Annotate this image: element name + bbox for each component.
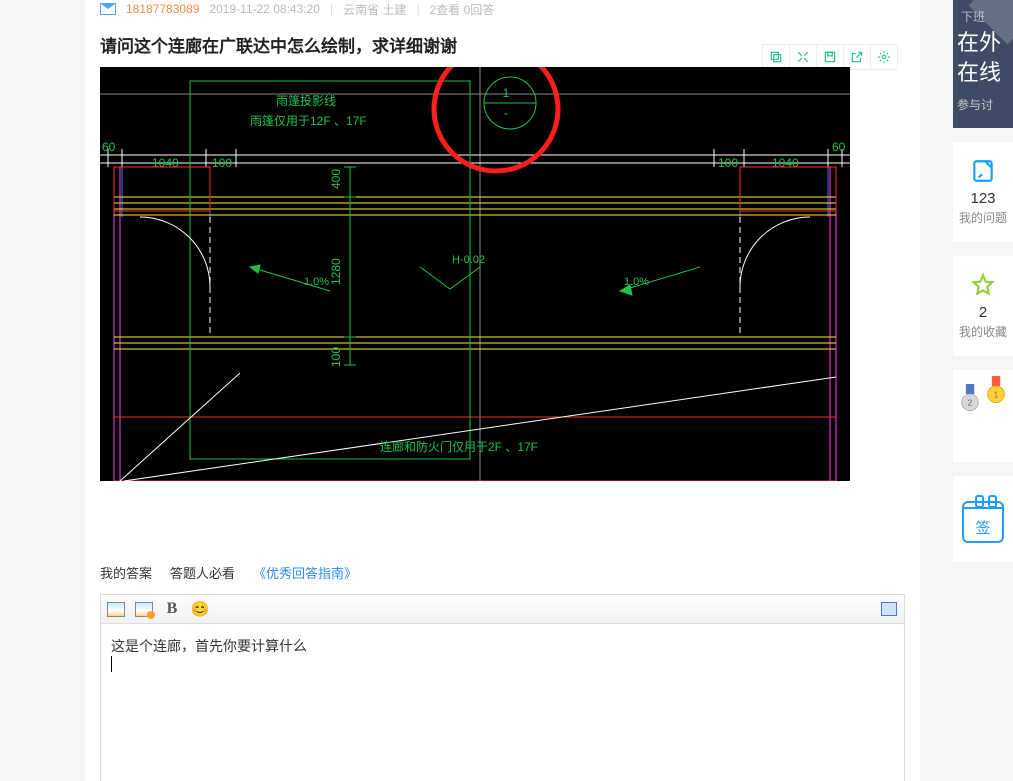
svg-text:100: 100 xyxy=(718,156,738,170)
post-stats: 2查看 0回答 xyxy=(430,1,495,18)
answer-section-header: 我的答案 答题人必看 《优秀回答指南》 xyxy=(100,563,905,582)
my-favorites-card[interactable]: 2 我的收藏 xyxy=(953,256,1013,356)
insert-image-local-icon[interactable] xyxy=(135,600,153,618)
save-icon[interactable] xyxy=(816,45,843,69)
promo-big1: 在外 xyxy=(957,30,1001,55)
post-meta: 18187783089 2019-11-22 08:43:20 | 云南省 土建… xyxy=(100,0,905,18)
fullscreen-editor-icon[interactable] xyxy=(880,600,898,618)
user-id[interactable]: 18187783089 xyxy=(126,2,199,16)
answer-hint-label: 答题人必看 xyxy=(170,563,235,582)
svg-text:1: 1 xyxy=(994,390,999,400)
insert-image-icon[interactable] xyxy=(107,600,125,618)
svg-text:H-0.02: H-0.02 xyxy=(452,254,485,266)
emoji-icon[interactable]: 😊 xyxy=(191,600,209,618)
svg-text:1.0%: 1.0% xyxy=(304,276,329,288)
svg-text:100: 100 xyxy=(329,347,343,367)
svg-text:1040: 1040 xyxy=(772,156,799,170)
question-icon xyxy=(970,158,996,184)
envelope-icon xyxy=(100,3,116,15)
silver-medal-icon: 2 xyxy=(960,384,980,414)
editor-toolbar: B 😊 xyxy=(101,595,904,624)
answer-guide-link[interactable]: 《优秀回答指南》 xyxy=(253,563,357,582)
badges-card[interactable]: 2 1 xyxy=(953,370,1013,462)
my-questions-card[interactable]: 123 我的问题 xyxy=(953,142,1013,242)
post-region: 云南省 土建 xyxy=(343,1,406,18)
text-caret xyxy=(111,656,112,672)
promo-big2: 在线 xyxy=(957,60,1001,85)
promo-banner[interactable]: 下班 在外 在线 参与讨 xyxy=(953,0,1013,128)
bold-icon[interactable]: B xyxy=(163,600,181,618)
svg-text:60: 60 xyxy=(102,140,116,154)
svg-text:1: 1 xyxy=(503,86,510,100)
editor-content: 这是个连廊，首先你要计算什么 xyxy=(111,638,307,654)
gold-medal-icon: 1 xyxy=(986,376,1006,406)
svg-text:60: 60 xyxy=(832,140,846,154)
my-answer-label: 我的答案 xyxy=(100,563,152,582)
calendar-icon: 签 xyxy=(962,495,1004,543)
svg-text:2: 2 xyxy=(968,398,973,408)
cad-drawing[interactable]: 60 1040 100 100 1040 60 xyxy=(100,67,850,481)
questions-label: 我的问题 xyxy=(959,209,1007,226)
separator: | xyxy=(416,2,419,16)
svg-text:连廊和防火门仅用于2F 、17F: 连廊和防火门仅用于2F 、17F xyxy=(380,439,538,454)
promo-sub: 参与讨 xyxy=(957,96,993,113)
separator: | xyxy=(330,2,333,16)
svg-text:雨篷仅用于12F 、17F: 雨篷仅用于12F 、17F xyxy=(250,113,367,128)
expand-icon[interactable] xyxy=(789,45,816,69)
svg-text:100: 100 xyxy=(212,156,232,170)
checkin-card[interactable]: 签 xyxy=(953,476,1013,562)
svg-text:1040: 1040 xyxy=(152,156,179,170)
svg-text:雨篷投影线: 雨篷投影线 xyxy=(276,93,336,108)
favorites-label: 我的收藏 xyxy=(959,323,1007,340)
editor-textarea[interactable]: 这是个连廊，首先你要计算什么 xyxy=(101,624,904,781)
svg-text:400: 400 xyxy=(329,169,343,189)
questions-count: 123 xyxy=(970,190,995,207)
post-timestamp: 2019-11-22 08:43:20 xyxy=(209,2,320,16)
svg-text:1280: 1280 xyxy=(329,258,343,285)
copy-icon[interactable] xyxy=(763,45,789,69)
answer-editor: B 😊 这是个连廊，首先你要计算什么 xyxy=(100,594,905,781)
share-icon[interactable] xyxy=(843,45,870,69)
promo-top-text: 下班 xyxy=(961,8,985,25)
svg-text:-: - xyxy=(504,106,508,120)
star-icon xyxy=(970,272,996,298)
checkin-label: 签 xyxy=(962,517,1004,538)
svg-text:1.0%: 1.0% xyxy=(624,276,649,288)
settings-icon[interactable] xyxy=(870,45,897,69)
favorites-count: 2 xyxy=(979,304,987,321)
